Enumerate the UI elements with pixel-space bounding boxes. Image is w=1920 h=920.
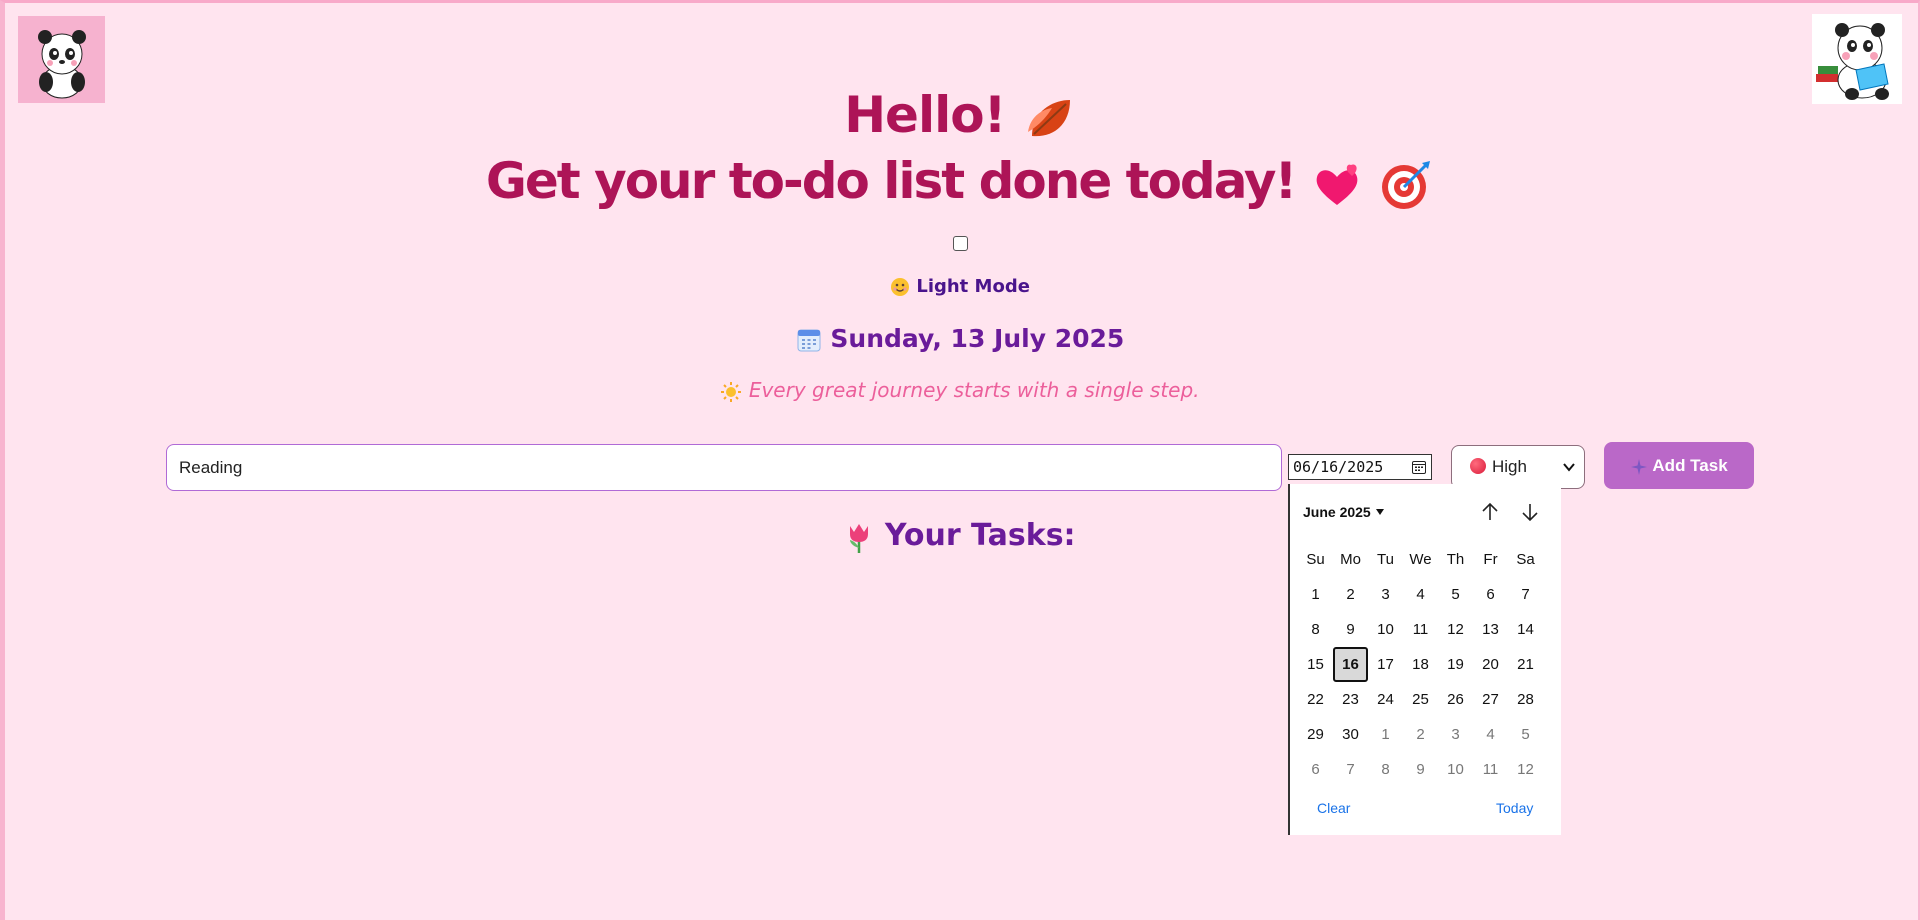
calendar-day[interactable]: 23 <box>1333 682 1368 717</box>
due-date-input[interactable]: 06/16/2025 <box>1288 454 1432 480</box>
weekday-header: Sa <box>1516 551 1535 568</box>
weekday-header: We <box>1409 551 1432 568</box>
calendar-day-adjacent-month[interactable]: 12 <box>1508 752 1543 787</box>
calendar-day-adjacent-month[interactable]: 9 <box>1403 752 1438 787</box>
theme-toggle-checkbox[interactable] <box>953 236 968 251</box>
sparkling-heart-icon <box>1316 163 1358 205</box>
calendar-day-grid: Su Mo Tu We Th Fr Sa 1 2 3 4 5 6 7 8 9 10 11 12 13 14 15 16 17 1… <box>1298 542 1543 787</box>
quote-text: Every great journey starts with a single… <box>748 378 1200 402</box>
calendar-day[interactable]: 13 <box>1473 612 1508 647</box>
calendar-day-adjacent-month[interactable]: 8 <box>1368 752 1403 787</box>
chevron-down-icon <box>1563 463 1575 472</box>
priority-select[interactable]: High <box>1451 445 1585 489</box>
priority-value: High <box>1492 457 1527 476</box>
date-picker-popup: June 2025 Su Mo Tu We Th Fr Sa 1 2 3 4 5 6 7 8 9 10 11 12 1… <box>1288 484 1561 835</box>
calendar-day-adjacent-month[interactable]: 6 <box>1298 752 1333 787</box>
calendar-day[interactable]: 24 <box>1368 682 1403 717</box>
month-year-selector[interactable]: June 2025 <box>1303 504 1385 520</box>
greeting-heading: Hello! <box>0 86 1920 146</box>
previous-month-arrow-icon[interactable] <box>1478 500 1502 524</box>
due-date-value: 06/16/2025 <box>1293 458 1384 476</box>
greeting-text: Hello! <box>844 86 1006 144</box>
current-date-text: Sunday, 13 July 2025 <box>830 324 1125 353</box>
calendar-day[interactable]: 22 <box>1298 682 1333 717</box>
calendar-icon <box>797 329 821 352</box>
calendar-day[interactable]: 26 <box>1438 682 1473 717</box>
sparkle-icon <box>1631 458 1648 475</box>
add-task-label: Add Task <box>1652 456 1728 475</box>
calendar-day-adjacent-month[interactable]: 4 <box>1473 717 1508 752</box>
task-input[interactable]: Reading <box>166 444 1282 491</box>
calendar-day[interactable]: 25 <box>1403 682 1438 717</box>
calendar-day-adjacent-month[interactable]: 3 <box>1438 717 1473 752</box>
calendar-day[interactable]: 12 <box>1438 612 1473 647</box>
calendar-day[interactable]: 18 <box>1403 647 1438 682</box>
red-circle-icon <box>1470 458 1486 474</box>
month-year-label: June 2025 <box>1303 504 1371 520</box>
calendar-day[interactable]: 19 <box>1438 647 1473 682</box>
calendar-today-button[interactable]: Today <box>1496 800 1533 816</box>
calendar-day[interactable]: 29 <box>1298 717 1333 752</box>
calendar-day[interactable]: 4 <box>1403 577 1438 612</box>
calendar-day-adjacent-month[interactable]: 11 <box>1473 752 1508 787</box>
calendar-picker-icon[interactable] <box>1411 459 1427 475</box>
weekday-header: Tu <box>1377 551 1394 568</box>
calendar-day[interactable]: 6 <box>1473 577 1508 612</box>
calendar-clear-button[interactable]: Clear <box>1317 800 1350 816</box>
weekday-header: Su <box>1306 551 1325 568</box>
leaf-icon <box>1027 99 1070 136</box>
calendar-day-adjacent-month[interactable]: 2 <box>1403 717 1438 752</box>
caret-down-icon <box>1375 509 1384 515</box>
theme-mode-text: Light Mode <box>916 276 1030 297</box>
calendar-day[interactable]: 21 <box>1508 647 1543 682</box>
weekday-header: Mo <box>1340 551 1361 568</box>
weekday-header: Th <box>1446 551 1465 568</box>
calendar-day-adjacent-month[interactable]: 10 <box>1438 752 1473 787</box>
target-icon <box>1382 160 1431 209</box>
calendar-day[interactable]: 2 <box>1333 577 1368 612</box>
tasks-heading-text: Your Tasks: <box>884 518 1076 553</box>
calendar-day[interactable]: 8 <box>1298 612 1333 647</box>
calendar-day[interactable]: 9 <box>1333 612 1368 647</box>
calendar-day[interactable]: 3 <box>1368 577 1403 612</box>
calendar-day[interactable]: 27 <box>1473 682 1508 717</box>
smiling-face-icon <box>891 278 910 296</box>
calendar-day[interactable]: 30 <box>1333 717 1368 752</box>
calendar-day[interactable]: 14 <box>1508 612 1543 647</box>
sun-icon <box>721 381 742 402</box>
tasks-heading: Your Tasks: <box>0 518 1920 554</box>
calendar-day-adjacent-month[interactable]: 7 <box>1333 752 1368 787</box>
motivational-quote: Every great journey starts with a single… <box>0 378 1920 403</box>
calendar-day[interactable]: 11 <box>1403 612 1438 647</box>
tulip-icon <box>850 523 869 553</box>
calendar-day[interactable]: 1 <box>1298 577 1333 612</box>
current-date: Sunday, 13 July 2025 <box>0 324 1920 353</box>
calendar-day[interactable]: 28 <box>1508 682 1543 717</box>
calendar-day-selected[interactable]: 16 <box>1333 647 1368 682</box>
theme-mode-label: Light Mode <box>0 276 1920 297</box>
add-task-button[interactable]: Add Task <box>1604 442 1754 489</box>
calendar-day[interactable]: 15 <box>1298 647 1333 682</box>
calendar-day[interactable]: 7 <box>1508 577 1543 612</box>
calendar-day[interactable]: 10 <box>1368 612 1403 647</box>
calendar-day[interactable]: 20 <box>1473 647 1508 682</box>
calendar-day-adjacent-month[interactable]: 5 <box>1508 717 1543 752</box>
weekday-header: Fr <box>1483 551 1498 568</box>
next-month-arrow-icon[interactable] <box>1518 500 1542 524</box>
tagline-heading: Get your to-do list done today! <box>0 152 1920 213</box>
tagline-text: Get your to-do list done today! <box>485 152 1297 210</box>
calendar-day[interactable]: 17 <box>1368 647 1403 682</box>
calendar-day[interactable]: 5 <box>1438 577 1473 612</box>
calendar-day-adjacent-month[interactable]: 1 <box>1368 717 1403 752</box>
